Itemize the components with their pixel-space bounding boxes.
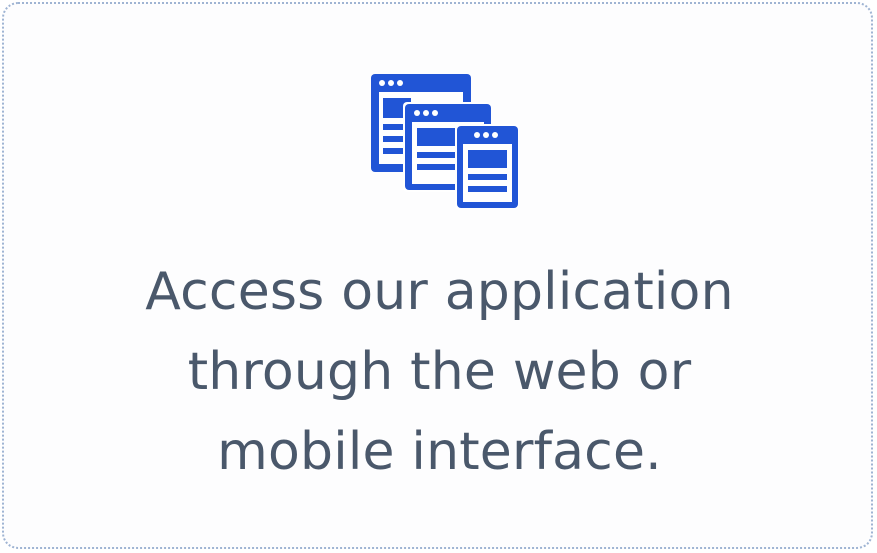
feature-card: Access our application through the web o… — [2, 2, 873, 549]
caption-line-3: mobile interface. — [217, 422, 662, 482]
caption-line-2: through the web or — [187, 342, 692, 402]
caption-line-1: Access our application — [145, 262, 734, 322]
feature-description: Access our application through the web o… — [64, 252, 815, 492]
browser-windows-icon — [369, 72, 519, 210]
